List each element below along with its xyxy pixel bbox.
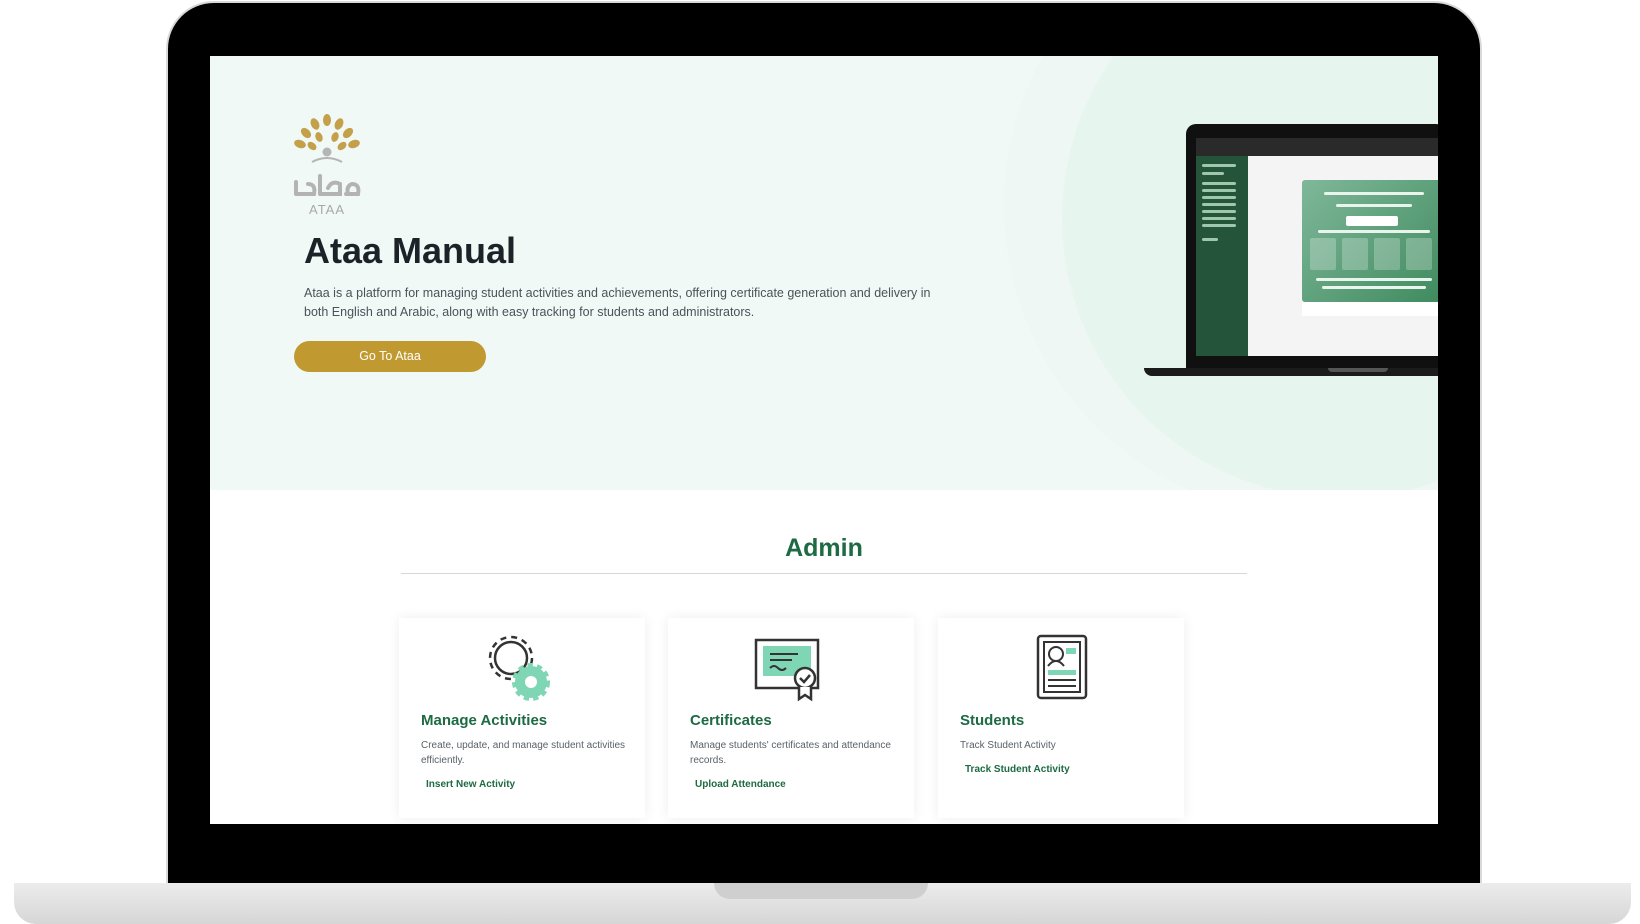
browser-screen: ATAA Ataa Manual Ataa is a platform for …: [210, 56, 1438, 824]
logo-caption: ATAA: [308, 202, 346, 217]
card-description: Manage students' certificates and attend…: [690, 740, 891, 766]
card-title: Certificates: [690, 712, 772, 729]
preview-banner: [1302, 180, 1438, 302]
page-title: Ataa Manual: [304, 230, 517, 271]
insert-new-activity-link[interactable]: Insert New Activity: [426, 779, 515, 790]
admin-divider: [401, 573, 1247, 574]
laptop-preview-image: [1144, 124, 1438, 380]
upload-attendance-link[interactable]: Upload Attendance: [695, 779, 786, 790]
preview-footer: [1302, 302, 1438, 316]
card-certificates: Certificates Manage students' certificat…: [668, 618, 914, 818]
card-description: Track Student Activity: [960, 740, 1056, 751]
card-description: Create, update, and manage student activ…: [421, 740, 626, 766]
gears-icon: [488, 635, 550, 701]
card-manage-activities: Manage Activities Create, update, and ma…: [399, 618, 645, 818]
student-profile-icon: [1036, 634, 1088, 700]
preview-screen: [1196, 138, 1438, 356]
preview-laptop-base: [1144, 368, 1438, 376]
card-students: Students Track Student Activity Track St…: [938, 618, 1184, 818]
preview-laptop-notch: [1328, 368, 1388, 372]
hero-description: Ataa is a platform for managing student …: [304, 286, 931, 319]
card-title: Students: [960, 712, 1025, 729]
hero-section: ATAA Ataa Manual Ataa is a platform for …: [210, 56, 1438, 490]
track-student-activity-link[interactable]: Track Student Activity: [965, 764, 1070, 775]
preview-browser-bar: [1196, 138, 1438, 156]
go-to-ataa-button[interactable]: Go To Ataa: [294, 341, 486, 372]
preview-sidebar: [1196, 156, 1248, 356]
certificate-icon: [754, 638, 820, 702]
card-title: Manage Activities: [421, 712, 548, 729]
laptop-notch: [714, 883, 928, 899]
admin-heading: Admin: [785, 534, 863, 562]
